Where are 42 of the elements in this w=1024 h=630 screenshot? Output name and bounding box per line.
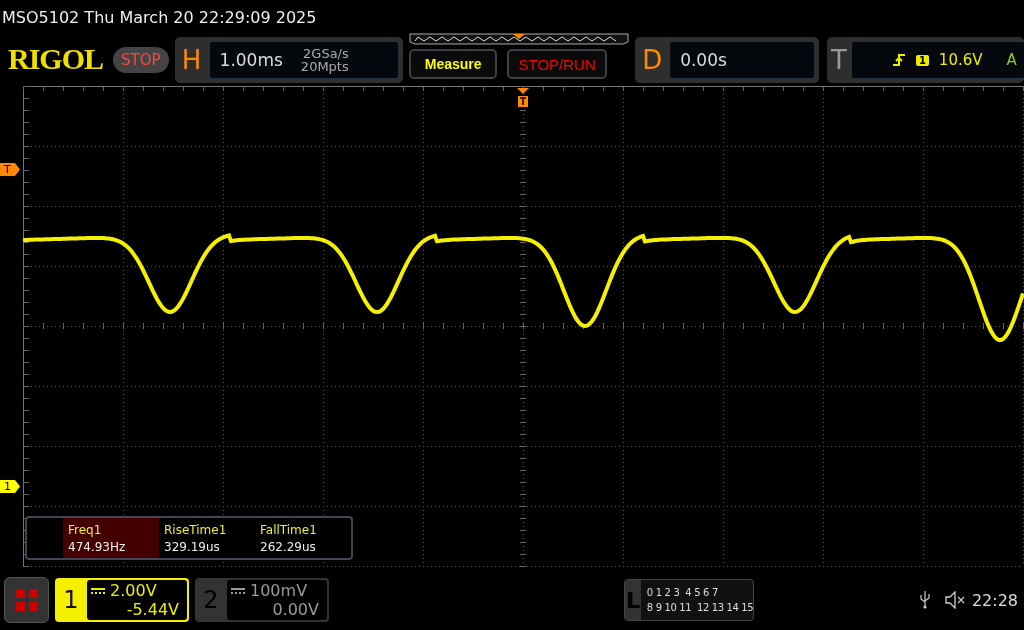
measurement-item[interactable]: FallTime1 262.29us [255,518,351,558]
trigger-source: 1 [915,54,929,66]
delay-panel[interactable]: D 0.00s [635,37,819,83]
clock: 22:28 [971,590,1018,610]
logic-channel-number: 2 [664,587,671,598]
brand-logo: RIGOL [8,43,104,77]
usb-icon [919,591,930,609]
logic-channel-number: 3 [673,587,680,598]
trigger-level-marker[interactable]: T [0,163,20,176]
horizontal-panel[interactable]: H 1.00ms 2GSa/s 20Mpts [174,37,404,83]
logic-channel-number: 11 [679,602,692,613]
speaker-muted-icon [943,591,966,609]
trigger-position-icon [517,88,529,108]
logic-channel-number: 0 [646,587,653,598]
logic-channel-number: 9 [655,602,662,613]
device-title: MSO5102 Thu March 20 22:29:09 2025 [2,7,317,27]
soft-button[interactable]: Measure [409,49,498,79]
measurement-item[interactable]: RiseTime1 329.19us [159,518,255,558]
logic-channel-number: 6 [703,587,709,598]
measurement-item[interactable]: Freq1 474.93Hz [63,518,159,558]
menu-button[interactable] [4,577,49,623]
logic-channel-number: 8 [646,602,653,613]
run-state: STOP [113,47,169,73]
channel-panel[interactable]: 1 2.00V -5.44V [55,578,189,622]
grid-icon [15,589,38,611]
dc-coupling-icon [231,587,245,594]
logic-channel-number: 15 [741,602,753,613]
logic-channel-number: 1 [655,587,662,598]
logic-channel-number: 4 [685,587,692,598]
logic-channel-number: 7 [711,587,718,598]
soft-button[interactable]: STOP/RUN [507,49,608,79]
trigger-panel[interactable]: T 1 10.6V A [827,37,1024,83]
logic-channel-number: 10 [664,602,677,613]
dc-coupling-icon [91,587,105,594]
logic-channel-number: 13 [711,602,724,613]
logic-channel-number: 14 [726,602,739,613]
logic-channel-number: 5 [694,587,701,598]
channel-offset-marker[interactable]: 1 [0,480,20,493]
rising-edge-icon [891,53,906,67]
logic-channel-number: 12 [697,602,709,613]
trigger-mode: A [1006,51,1017,69]
trigger-level: 10.6V [938,51,983,69]
